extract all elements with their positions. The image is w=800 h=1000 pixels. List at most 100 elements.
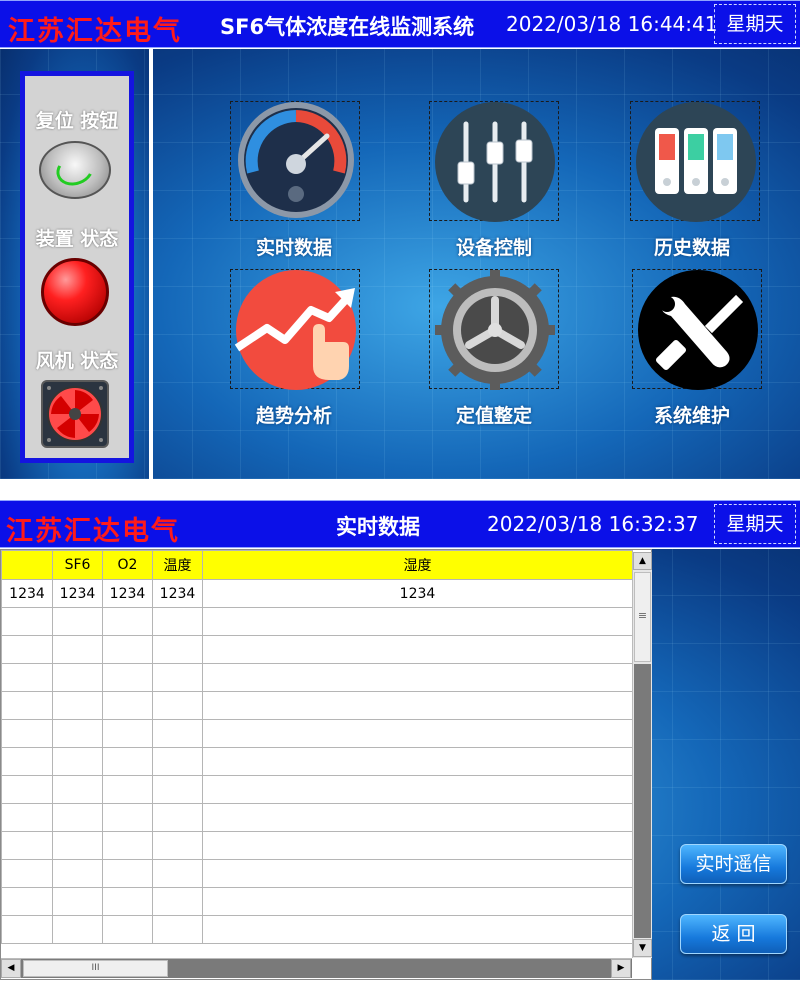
- scroll-left-icon[interactable]: ◀: [1, 959, 21, 978]
- device-status-label: 装置 状态: [35, 228, 119, 250]
- table-cell: [152, 887, 203, 916]
- table-row[interactable]: [1, 747, 633, 776]
- table-row[interactable]: [1, 887, 633, 916]
- fan-icon: [41, 380, 109, 448]
- column-header: 温度: [152, 550, 203, 580]
- speedometer-icon: [238, 102, 354, 218]
- table-cell: [52, 747, 103, 776]
- table-cell: [52, 915, 103, 944]
- table-cell: [202, 663, 633, 692]
- menu-setting-value[interactable]: [429, 269, 559, 390]
- table-row[interactable]: [1, 859, 633, 888]
- table-cell: [102, 803, 153, 832]
- table-cell: [1, 915, 53, 944]
- scroll-down-icon[interactable]: ▼: [633, 939, 652, 957]
- table-cell: [102, 607, 153, 636]
- left-status-frame: 复位 按钮 装置 状态 风机 状态: [0, 49, 152, 479]
- status-panel: 复位 按钮 装置 状态 风机 状态: [20, 71, 134, 463]
- sliders-icon: [435, 102, 555, 222]
- table-cell: [52, 775, 103, 804]
- menu-label-setting: 定值整定: [455, 405, 532, 427]
- datetime-display: 2022/03/18 16:32:37: [487, 512, 699, 536]
- table-cell: [52, 859, 103, 888]
- back-button[interactable]: 返 回: [680, 914, 787, 954]
- scroll-up-icon[interactable]: ▲: [633, 552, 652, 570]
- reset-button-label: 复位 按钮: [35, 110, 119, 132]
- table-row[interactable]: [1, 803, 633, 832]
- table-cell: [152, 691, 203, 720]
- table-cell: [1, 887, 53, 916]
- realtime-telemetry-button[interactable]: 实时遥信: [680, 844, 787, 884]
- table-row[interactable]: [1, 775, 633, 804]
- table-cell: [102, 691, 153, 720]
- panel-divider: [149, 49, 153, 479]
- table-cell: [102, 719, 153, 748]
- menu-device-control[interactable]: [429, 101, 559, 222]
- table-cell: [152, 915, 203, 944]
- column-header: O2: [102, 550, 153, 580]
- trend-chart-icon: [234, 270, 356, 390]
- table-cell: [152, 663, 203, 692]
- table-cell: [202, 747, 633, 776]
- table-cell: [152, 719, 203, 748]
- menu-label-trend: 趋势分析: [255, 405, 332, 427]
- horizontal-scrollbar[interactable]: ◀ III ▶: [1, 958, 632, 978]
- table-row[interactable]: [1, 663, 633, 692]
- table-cell: [152, 831, 203, 860]
- table-cell: [1, 803, 53, 832]
- table-cell: [1, 719, 53, 748]
- table-cell: [152, 747, 203, 776]
- gear-icon: [435, 270, 555, 390]
- table-cell: [52, 803, 103, 832]
- menu-label-maintenance: 系统维护: [653, 405, 730, 427]
- table-cell: [1, 859, 53, 888]
- table-row[interactable]: [1, 635, 633, 664]
- table-body: 1234 1234 1234 1234 1234: [1, 579, 633, 944]
- brand-logo-text: 江苏汇达电气: [6, 516, 180, 547]
- vertical-scroll-track[interactable]: [634, 664, 651, 938]
- table-cell: [202, 719, 633, 748]
- table-cell: [202, 691, 633, 720]
- table-cell: [202, 831, 633, 860]
- binders-icon: [636, 102, 756, 222]
- column-header: [1, 550, 53, 580]
- grip-icon: ≡: [637, 609, 648, 622]
- table-row[interactable]: 1234 1234 1234 1234 1234: [1, 579, 633, 608]
- vertical-scroll-thumb[interactable]: ≡: [634, 572, 651, 662]
- table-cell: [202, 635, 633, 664]
- table-cell: [102, 747, 153, 776]
- data-table: SF6 O2 温度 湿度 1234 1234 1234 1234 1234: [1, 550, 633, 944]
- datetime-display: 2022/03/18 16:44:41: [506, 12, 718, 36]
- data-table-panel: SF6 O2 温度 湿度 1234 1234 1234 1234 1234 ▲ ≡ ▼ ◀ I…: [0, 549, 652, 980]
- vertical-scrollbar[interactable]: ▲ ≡ ▼: [632, 552, 652, 958]
- reset-button[interactable]: [39, 141, 111, 199]
- column-header: SF6: [52, 550, 103, 580]
- menu-trend-analysis[interactable]: [230, 269, 360, 390]
- brand-logo-text: 江苏汇达电气: [8, 16, 182, 47]
- horizontal-scroll-thumb[interactable]: III: [23, 960, 168, 977]
- table-cell: [1, 635, 53, 664]
- menu-label-history: 历史数据: [653, 237, 730, 259]
- main-menu-area: 复位 按钮 装置 状态 风机 状态 实时数据 设备控制 历史数据 趋势分析 定值…: [0, 49, 800, 479]
- table-cell: [52, 831, 103, 860]
- table-row[interactable]: [1, 607, 633, 636]
- table-cell: [102, 663, 153, 692]
- table-row[interactable]: [1, 831, 633, 860]
- table-row[interactable]: [1, 915, 633, 944]
- table-cell: [102, 915, 153, 944]
- power-ring-icon: [52, 149, 98, 191]
- menu-history-data[interactable]: [630, 101, 760, 222]
- menu-system-maintenance[interactable]: [632, 269, 762, 390]
- scroll-right-icon[interactable]: ▶: [611, 959, 631, 978]
- table-cell: [1, 831, 53, 860]
- table-cell: [102, 859, 153, 888]
- table-cell: [52, 691, 103, 720]
- table-cell: [202, 607, 633, 636]
- table-cell: [202, 915, 633, 944]
- menu-realtime-data[interactable]: [230, 101, 360, 221]
- table-row[interactable]: [1, 691, 633, 720]
- screen1-header: 江苏汇达电气 SF6气体浓度在线监测系统 2022/03/18 16:44:41…: [0, 0, 800, 48]
- table-row[interactable]: [1, 719, 633, 748]
- table-cell: [102, 887, 153, 916]
- table-header-row: SF6 O2 温度 湿度: [1, 550, 633, 580]
